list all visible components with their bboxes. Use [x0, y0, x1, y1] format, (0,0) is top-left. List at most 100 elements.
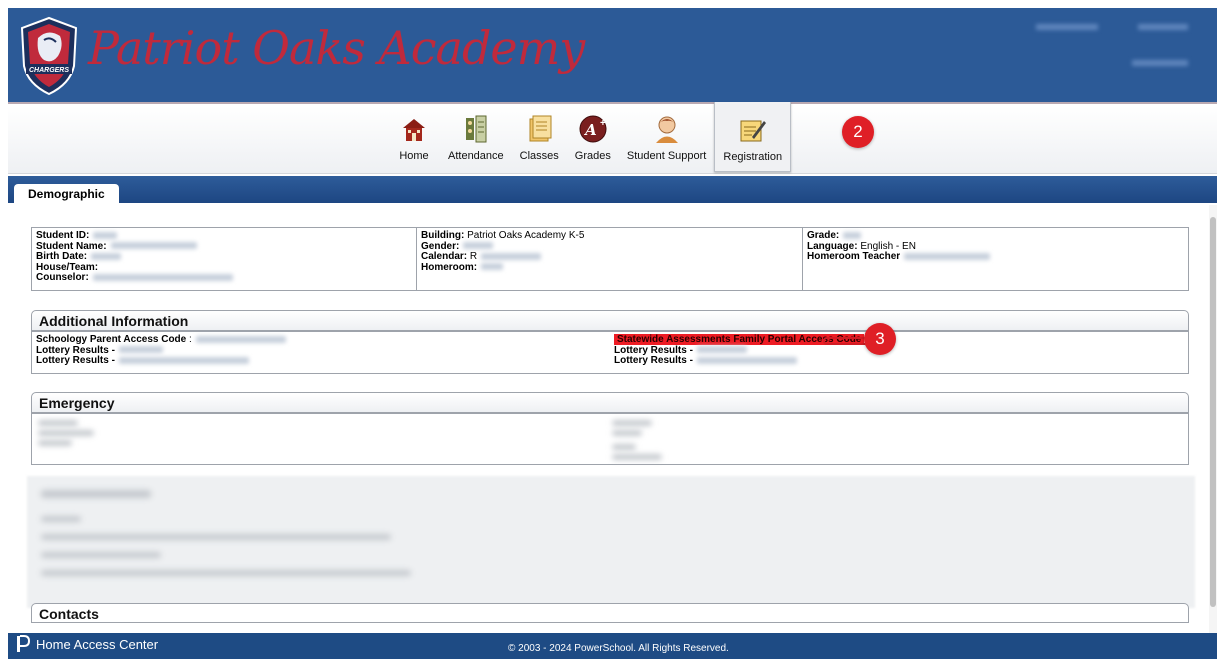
nav-grades-label: Grades: [574, 150, 611, 162]
gender-label: Gender:: [421, 240, 460, 252]
homeroom-teacher-label: Homeroom Teacher: [807, 251, 901, 262]
redacted-section: [27, 476, 1195, 608]
redacted-grade: [843, 231, 862, 239]
lottery-results-label-3: Lottery Results -: [614, 344, 693, 356]
footer-copyright: © 2003 - 2024 PowerSchool. All Rights Re…: [508, 643, 729, 654]
redacted-line: [41, 552, 161, 558]
student-id-label: Student ID:: [36, 230, 90, 241]
redacted-homeroom: [481, 263, 504, 271]
highlight-outline: [823, 337, 869, 345]
tab-demographic[interactable]: Demographic: [14, 184, 119, 204]
grades-icon: A +: [575, 112, 611, 146]
lottery-results-label-2: Lottery Results -: [36, 355, 115, 366]
emergency-header: Emergency: [31, 392, 1189, 413]
redacted-emergency-line: [612, 430, 642, 436]
student-info-col-1: Student ID: Student Name: Birth Date: Ho…: [32, 228, 417, 290]
footer-brand-label: Home Access Center: [36, 636, 159, 652]
redacted-student-id: [93, 231, 118, 239]
attendance-icon: [458, 112, 494, 146]
lottery-results-label-1: Lottery Results -: [36, 344, 115, 356]
redacted-homeroom-teacher[interactable]: [904, 252, 991, 260]
svg-text:+: +: [600, 118, 606, 129]
redacted-student-selector[interactable]: [1132, 60, 1188, 66]
nav-classes-label: Classes: [519, 150, 559, 162]
nav-home-label: Home: [399, 150, 429, 162]
chargers-shield-icon: CHARGERS: [20, 16, 78, 96]
school-name: Patriot Oaks Academy: [88, 21, 585, 75]
footer-brand: Home Access Center: [16, 635, 158, 653]
redacted-emergency-line: [38, 440, 72, 446]
emergency-panel: [31, 413, 1189, 465]
nav-classes[interactable]: Classes: [512, 106, 567, 170]
redacted-user-name: [1036, 24, 1098, 30]
lottery-results-label-4: Lottery Results -: [614, 355, 693, 366]
nav-student-support[interactable]: Student Support: [619, 106, 715, 170]
redacted-emergency-line: [612, 444, 636, 450]
registration-icon: [735, 113, 771, 147]
student-name-label: Student Name:: [36, 240, 107, 252]
classes-icon: [521, 112, 557, 146]
redacted-emergency-line: [612, 454, 662, 460]
nav-registration[interactable]: Registration: [714, 102, 792, 172]
scrollbar-thumb[interactable]: [1210, 217, 1216, 607]
nav-home[interactable]: Home: [388, 106, 440, 170]
powerschool-logo-icon: [17, 635, 30, 652]
schoology-label: Schoology Parent Access Code: [36, 334, 187, 345]
redacted-header-link[interactable]: [1138, 24, 1188, 30]
additional-info-header: Additional Information: [31, 310, 1189, 331]
redacted-line: [41, 570, 411, 576]
building-value: Patriot Oaks Academy K-5: [467, 230, 585, 241]
vertical-scrollbar[interactable]: [1209, 205, 1217, 633]
counselor-label: Counselor:: [36, 272, 89, 283]
redacted-line: [41, 534, 391, 540]
tab-strip: Demographic: [8, 176, 1217, 204]
nav-grades[interactable]: A + Grades: [567, 106, 619, 170]
redacted-schoology-code: [195, 335, 286, 343]
additional-info-col-2: Statewide Assessments Family Portal Acce…: [610, 332, 1188, 373]
page: CHARGERS Patriot Oaks Academy Home Atten…: [0, 0, 1217, 659]
app-footer: Home Access Center © 2003 - 2024 PowerSc…: [8, 633, 1217, 659]
birth-date-label: Birth Date:: [36, 251, 88, 262]
redacted-gender: [463, 242, 494, 250]
homeroom-label: Homeroom:: [421, 261, 478, 273]
redacted-emergency-line: [612, 420, 652, 426]
student-info-col-2: Building: Patriot Oaks Academy K-5 Gende…: [417, 228, 803, 290]
language-value: English - EN: [860, 240, 916, 252]
redacted-section-title: [41, 490, 151, 498]
grade-label: Grade:: [807, 230, 840, 241]
redacted-lottery-2: [118, 356, 249, 364]
home-icon: [396, 112, 432, 146]
redacted-student-name: [110, 242, 197, 250]
redacted-lottery-4: [696, 356, 797, 364]
nav-attendance-label: Attendance: [448, 150, 504, 162]
callout-badge-3: 3: [864, 323, 896, 355]
redacted-counselor[interactable]: [92, 273, 233, 281]
nav-attendance[interactable]: Attendance: [440, 106, 512, 170]
student-info-col-3: Grade: Language: English - EN Homeroom T…: [803, 228, 1188, 290]
redacted-emergency-line: [38, 430, 94, 436]
student-info-panel: Student ID: Student Name: Birth Date: Ho…: [31, 227, 1189, 291]
calendar-label: Calendar:: [421, 251, 468, 262]
house-team-label: House/Team:: [36, 261, 99, 273]
additional-info-col-1: Schoology Parent Access Code : Lottery R…: [32, 332, 610, 373]
building-label: Building:: [421, 230, 465, 241]
redacted-calendar: [481, 252, 542, 260]
additional-info-panel: Schoology Parent Access Code : Lottery R…: [31, 331, 1189, 374]
app-header: CHARGERS Patriot Oaks Academy: [8, 8, 1217, 104]
schoology-separator: :: [189, 334, 192, 345]
calendar-value: R: [469, 251, 478, 262]
callout-badge-2: 2: [842, 116, 874, 148]
logo-text: CHARGERS: [29, 67, 69, 74]
student-support-icon: [649, 112, 685, 146]
contacts-header: Contacts: [31, 603, 1189, 623]
redacted-lottery-3: [696, 346, 747, 354]
main-nav: Home Attendance Classes A + Grades Stude…: [8, 102, 1217, 174]
svg-text:A: A: [583, 121, 597, 139]
redacted-lottery-1: [118, 346, 163, 354]
redacted-line: [41, 516, 81, 522]
redacted-birth-date: [91, 252, 122, 260]
school-logo[interactable]: CHARGERS: [18, 16, 80, 96]
nav-student-support-label: Student Support: [626, 150, 707, 162]
redacted-emergency-line: [38, 420, 78, 426]
nav-registration-label: Registration: [723, 151, 783, 163]
